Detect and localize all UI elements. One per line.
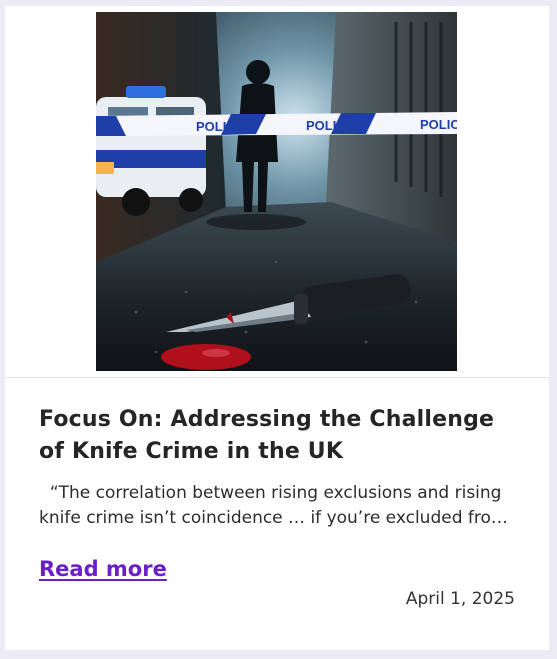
read-more-link[interactable]: Read more [39,557,167,581]
post-title[interactable]: Focus On: Addressing the Challenge of Kn… [39,404,519,468]
tape-label-3: POLIC [420,117,457,132]
post-date: April 1, 2025 [405,589,515,609]
card-divider [5,377,549,378]
police-car [96,86,206,216]
police-tape: POLICE POLICE POLIC [96,112,457,136]
post-card: POLICE POLICE POLIC Focus On: Addressing… [5,6,549,650]
blood-pool [161,344,251,370]
crime-scene-illustration: POLICE POLICE POLIC [96,12,457,371]
post-excerpt: “The correlation between rising exclusio… [39,483,508,528]
post-featured-image[interactable]: POLICE POLICE POLIC [96,12,457,371]
tape-label-2: POLICE [306,118,355,133]
tape-label-1: POLICE [196,119,245,134]
